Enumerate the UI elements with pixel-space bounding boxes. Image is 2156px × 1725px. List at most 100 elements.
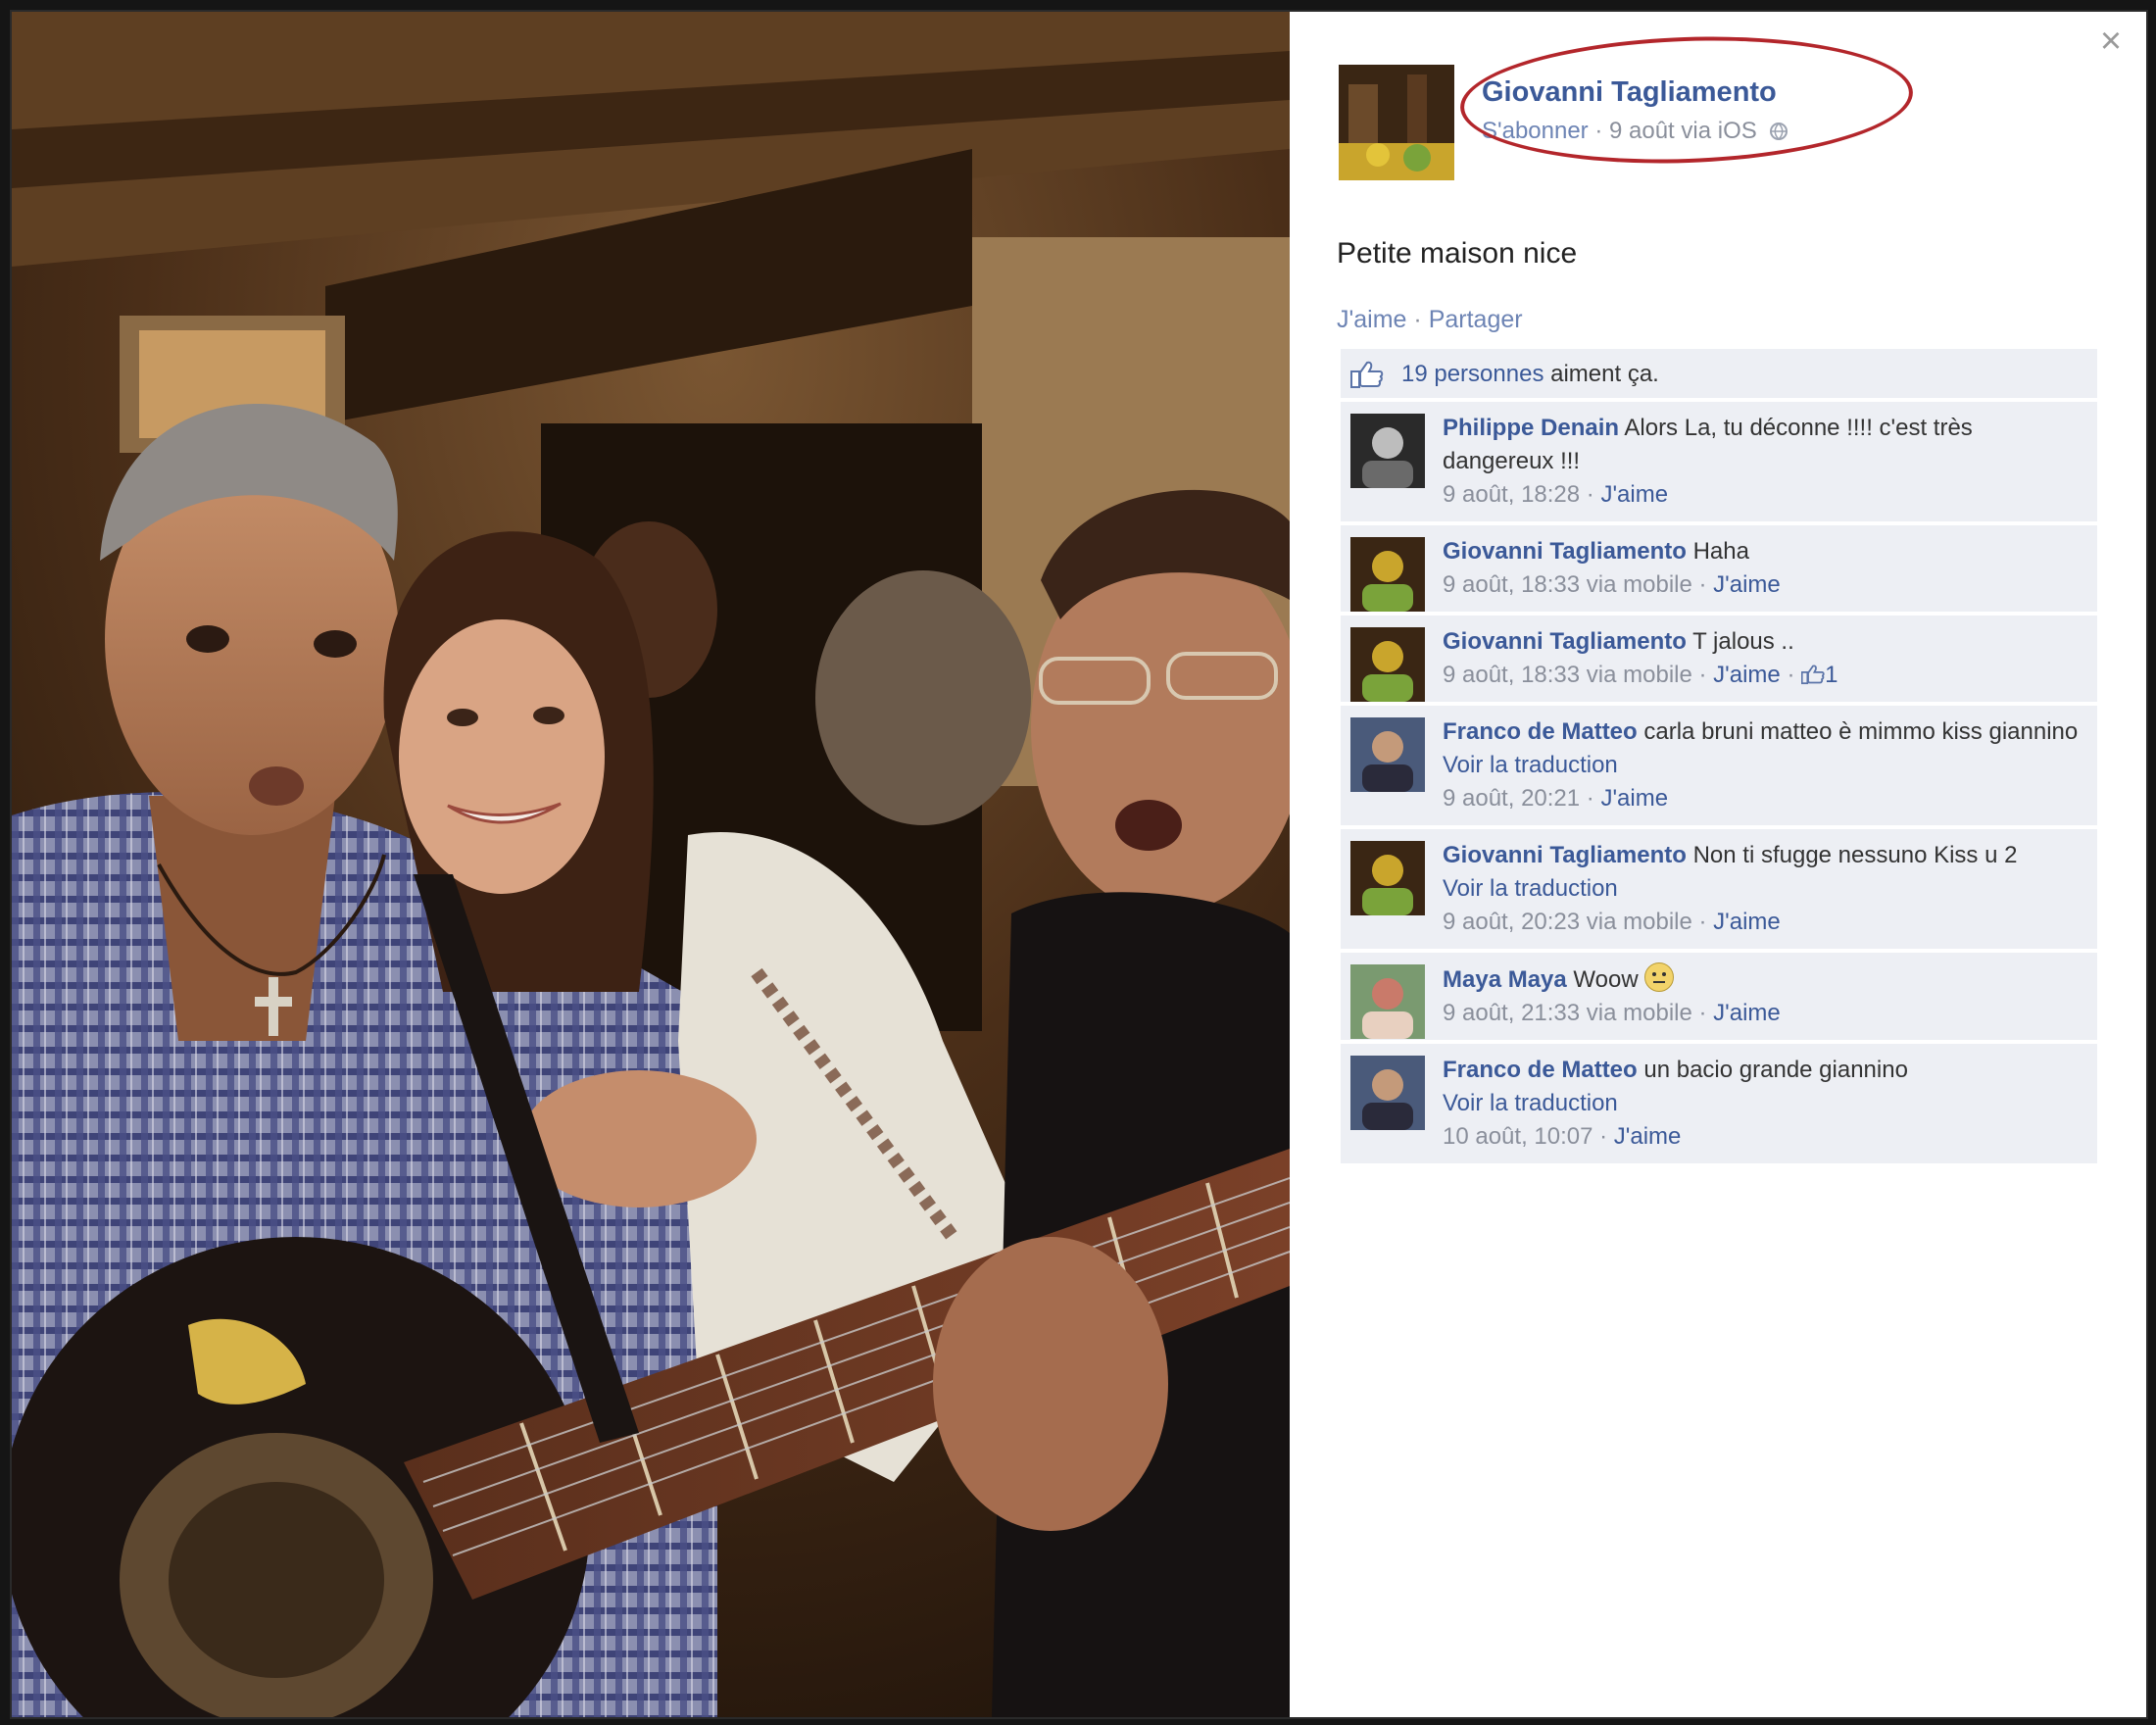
translate-link[interactable]: Voir la traduction — [1443, 749, 2085, 782]
comments-list: Philippe Denain Alors La, tu déconne !!!… — [1341, 402, 2097, 1163]
highlight-annotation — [1457, 28, 1916, 172]
comment-meta: 9 août, 20:21 · J'aime — [1443, 782, 2085, 815]
avatar-image — [1350, 964, 1425, 1039]
avatar-image — [1350, 414, 1425, 488]
comment-item: Maya Maya Woow 9 août, 21:33 via mobile … — [1341, 953, 2097, 1040]
comment-author[interactable]: Franco de Matteo — [1443, 718, 1638, 745]
comment-body: Giovanni Tagliamento Non ti sfugge nessu… — [1443, 839, 2085, 939]
comment-author[interactable]: Giovanni Tagliamento — [1443, 842, 1687, 868]
commenter-avatar[interactable] — [1350, 717, 1425, 792]
commenter-avatar[interactable] — [1350, 627, 1425, 702]
comment-meta: 9 août, 18:33 via mobile · J'aime — [1443, 568, 2085, 602]
commenter-avatar[interactable] — [1350, 537, 1425, 612]
comment-meta: 9 août, 18:28 · J'aime — [1443, 478, 2085, 512]
separator: · — [1780, 662, 1802, 688]
likes-text: 19 personnes aiment ça. — [1401, 361, 1659, 388]
comment-text: Non ti sfugge nessuno Kiss u 2 — [1692, 842, 2018, 868]
avatar-image — [1350, 537, 1425, 612]
comment-time[interactable]: 9 août, 20:21 — [1443, 785, 1580, 812]
comment-like-link[interactable]: J'aime — [1713, 1000, 1781, 1026]
post-sidebar: × Giovanni Tagliamento S'abonner · 9 aoû… — [1290, 12, 2146, 1717]
like-link[interactable]: J'aime — [1337, 306, 1406, 333]
comment-text: un bacio grande giannino — [1643, 1057, 1908, 1083]
comment-meta: 9 août, 21:33 via mobile · J'aime — [1443, 997, 2085, 1030]
commenter-avatar[interactable] — [1350, 964, 1425, 1039]
comment-like-link[interactable]: J'aime — [1713, 909, 1781, 935]
separator: · — [1691, 662, 1714, 688]
comment-body: Franco de Matteo un bacio grande giannin… — [1443, 1054, 2085, 1154]
translate-link[interactable]: Voir la traduction — [1443, 1087, 2085, 1120]
comment-author[interactable]: Maya Maya — [1443, 966, 1567, 993]
separator: · — [1691, 1000, 1714, 1026]
smiley-icon — [1644, 962, 1675, 992]
comment-text: Haha — [1692, 538, 1749, 565]
commenter-avatar[interactable] — [1350, 414, 1425, 488]
commenter-avatar[interactable] — [1350, 1056, 1425, 1130]
comment-like-link[interactable]: J'aime — [1713, 571, 1781, 598]
avatar-image — [1339, 65, 1454, 180]
comment-item: Franco de Matteo carla bruni matteo è mi… — [1341, 706, 2097, 825]
comment-item: Giovanni Tagliamento T jalous .. 9 août, … — [1341, 616, 2097, 702]
comment-like-link[interactable]: J'aime — [1600, 785, 1668, 812]
comment-via: via mobile — [1580, 571, 1692, 598]
thumbs-up-icon — [1350, 361, 1384, 388]
avatar-image — [1350, 717, 1425, 792]
comment-like-link[interactable]: J'aime — [1600, 481, 1668, 508]
likes-summary: 19 personnes aiment ça. — [1341, 349, 2097, 398]
translate-link[interactable]: Voir la traduction — [1443, 872, 2085, 906]
photo-illustration — [12, 12, 1290, 1717]
comment-text: carla bruni matteo è mimmo kiss giannino — [1643, 718, 2079, 745]
comment-item: Giovanni Tagliamento Non ti sfugge nessu… — [1341, 829, 2097, 949]
comment-author[interactable]: Franco de Matteo — [1443, 1057, 1638, 1083]
avatar-image — [1350, 1056, 1425, 1130]
comment-meta: 10 août, 10:07 · J'aime — [1443, 1120, 2085, 1154]
comment-like-link[interactable]: J'aime — [1614, 1123, 1682, 1150]
avatar-image — [1350, 627, 1425, 702]
post-actions: J'aime · Partager — [1337, 306, 1523, 334]
comment-via: via mobile — [1580, 662, 1692, 688]
comment-time[interactable]: 9 août, 18:33 — [1443, 662, 1580, 688]
post-photo[interactable] — [12, 12, 1290, 1717]
author-avatar[interactable] — [1339, 65, 1454, 180]
separator: · — [1580, 785, 1601, 812]
comment-time[interactable]: 9 août, 21:33 — [1443, 1000, 1580, 1026]
comment-body: Giovanni Tagliamento Haha 9 août, 18:33 v… — [1443, 535, 2085, 602]
comment-text: T jalous .. — [1692, 628, 1794, 655]
comment-time[interactable]: 9 août, 20:23 — [1443, 909, 1580, 935]
comments-section: 19 personnes aiment ça. Philippe Denain … — [1341, 349, 2097, 1167]
comment-time[interactable]: 9 août, 18:33 — [1443, 571, 1580, 598]
comment-meta: 9 août, 18:33 via mobile · J'aime · 1 — [1443, 659, 2085, 692]
comment-like-link[interactable]: J'aime — [1713, 662, 1781, 688]
separator: · — [1580, 481, 1601, 508]
comment-via: via mobile — [1580, 1000, 1692, 1026]
comment-time[interactable]: 10 août, 10:07 — [1443, 1123, 1592, 1150]
comment-body: Maya Maya Woow 9 août, 21:33 via mobile … — [1443, 962, 2085, 1030]
separator: · — [1406, 306, 1429, 333]
avatar-image — [1350, 841, 1425, 915]
commenter-avatar[interactable] — [1350, 841, 1425, 915]
comment-author[interactable]: Philippe Denain — [1443, 415, 1619, 441]
comment-item: Philippe Denain Alors La, tu déconne !!!… — [1341, 402, 2097, 521]
share-link[interactable]: Partager — [1429, 306, 1523, 333]
separator: · — [1691, 571, 1714, 598]
comment-time[interactable]: 9 août, 18:28 — [1443, 481, 1580, 508]
close-button[interactable]: × — [2093, 23, 2129, 60]
comment-item: Franco de Matteo un bacio grande giannin… — [1341, 1044, 2097, 1163]
comment-text: Woow — [1573, 966, 1639, 993]
comment-body: Franco de Matteo carla bruni matteo è mi… — [1443, 715, 2085, 815]
likes-suffix: aiment ça. — [1544, 361, 1659, 387]
comment-like-count[interactable]: 1 — [1825, 662, 1838, 688]
thumbs-up-icon — [1800, 665, 1825, 685]
comment-body: Philippe Denain Alors La, tu déconne !!!… — [1443, 412, 2085, 512]
separator: · — [1592, 1123, 1614, 1150]
comment-author[interactable]: Giovanni Tagliamento — [1443, 628, 1687, 655]
comment-item: Giovanni Tagliamento Haha 9 août, 18:33 v… — [1341, 525, 2097, 612]
comment-body: Giovanni Tagliamento T jalous .. 9 août, … — [1443, 625, 2085, 692]
post-caption: Petite maison nice — [1337, 237, 1578, 270]
separator: · — [1691, 909, 1714, 935]
comment-via: via mobile — [1580, 909, 1692, 935]
comment-author[interactable]: Giovanni Tagliamento — [1443, 538, 1687, 565]
comment-meta: 9 août, 20:23 via mobile · J'aime — [1443, 906, 2085, 939]
photo-viewer: × Giovanni Tagliamento S'abonner · 9 aoû… — [10, 10, 2148, 1719]
likes-count-link[interactable]: 19 personnes — [1401, 361, 1544, 387]
